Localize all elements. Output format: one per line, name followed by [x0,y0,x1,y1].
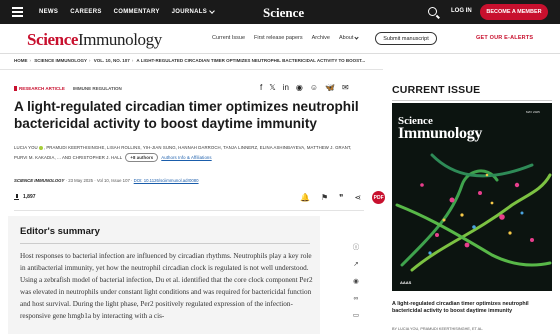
nav-archive[interactable]: Archive [312,35,330,41]
pdf-icon[interactable]: PDF [372,191,386,204]
view-icon[interactable]: ◉ [353,277,359,287]
summary-heading: Editor's summary [20,226,100,237]
journal-header: ScienceImmunology Current Issue First re… [0,24,560,54]
info-icon[interactable]: ⓘ [353,243,360,253]
cover-zebrafish-illustration [395,153,552,272]
nav-commentary[interactable]: COMMENTARY [114,9,160,15]
article-tags: RESEARCH ARTICLE IMMUNE REGULATION [14,86,122,91]
x-twitter-icon[interactable]: 𝕏 [269,84,275,92]
quote-icon[interactable]: ❞ [339,193,343,203]
nav-careers[interactable]: CAREERS [70,9,101,15]
journal-name: SCIENCE IMMUNOLOGY [14,178,65,183]
article-title: A light-regulated circadian timer optimi… [14,99,359,131]
doi-link[interactable]: DOI: 10.1126/sciimmunol.adr0080 [134,178,199,183]
breadcrumb: HOME › SCIENCE IMMUNOLOGY › VOL. 10, NO. 1… [14,58,366,63]
top-nav-links: NEWS CAREERS COMMENTARY JOURNALS [39,0,215,24]
side-tool-column: ⓘ ↗ ◉ ∞ ▭ [347,243,365,327]
nav-first-release[interactable]: First release papers [254,35,303,41]
nav-about[interactable]: About [338,34,359,41]
journal-logo[interactable]: ScienceImmunology [27,30,162,50]
orcid-icon[interactable] [38,145,43,150]
linkedin-icon[interactable]: in [283,84,289,92]
chevron-down-icon [354,34,359,40]
download-icon [14,194,19,200]
divider [392,100,552,101]
summary-text: Host responses to bacterial infection ar… [20,252,313,320]
subject-tag[interactable]: IMMUNE REGULATION [73,86,122,91]
first-author[interactable]: LUCIA YOU [14,145,38,150]
link-icon[interactable]: ∞ [354,294,359,304]
share-toolbar: f 𝕏 in ◉ ☺ 🦋 ✉ [260,84,349,92]
e-alerts-link[interactable]: GET OUR E-ALERTS [476,35,533,41]
menu-icon[interactable] [12,7,23,17]
nav-current-issue[interactable]: Current Issue [212,35,245,41]
search-icon[interactable] [428,7,437,16]
divider [20,243,310,244]
journal-nav: Current Issue First release papers Archi… [212,34,359,41]
article-type-label: RESEARCH ARTICLE [19,86,65,91]
article-type-badge: RESEARCH ARTICLE [14,86,65,91]
logo-immunology-text: Immunology [78,30,162,49]
download-count: 1,897 [23,194,36,200]
bluesky-icon[interactable]: 🦋 [325,84,335,92]
logo-science-text: Science [27,30,79,49]
submit-manuscript-button[interactable]: Submit manuscript [375,32,437,45]
volume-issue[interactable]: Vol 10, Issue 107 [97,178,130,183]
publication-date: 23 May 2025 [68,178,94,183]
divider [14,210,364,211]
comments-icon[interactable]: ▭ [353,311,359,321]
facebook-icon[interactable]: f [260,84,262,92]
editors-summary: Editor's summary Host responses to bacte… [8,216,320,334]
cover-date: MAY 2025 [526,110,540,114]
nav-journals-label: JOURNALS [171,9,208,15]
chevron-down-icon [209,8,215,14]
cover-publisher: AAAS [400,280,412,285]
nav-about-label: About [338,35,354,41]
top-navigation-bar: NEWS CAREERS COMMENTARY JOURNALS Science… [0,0,560,24]
science-brand-logo[interactable]: Science [263,5,304,21]
breadcrumb-article: A LIGHT-REGULATED CIRCADIAN TIMER OPTIMI… [136,58,366,63]
issue-cover-image[interactable]: MAY 2025 Science Immunology AAAS [392,103,552,291]
bookmark-icon[interactable]: ⚑ [321,193,328,203]
publication-meta: SCIENCE IMMUNOLOGY · 23 May 2025 · Vol 1… [14,178,199,183]
author-list: LUCIA YOU, PRAMUDI KEERTHISINGHE, LISAH … [14,143,364,163]
cover-immunology-text: Immunology [398,125,483,142]
share-icon[interactable]: ⋖ [354,193,361,203]
current-issue-panel: CURRENT ISSUE MAY 2025 Science Immunolog… [392,84,552,331]
bell-icon[interactable]: 🔔 [300,193,310,203]
current-issue-heading: CURRENT ISSUE [392,84,481,96]
breadcrumb-journal[interactable]: SCIENCE IMMUNOLOGY [34,58,87,63]
more-authors-button[interactable]: +8 authors [125,153,159,162]
nav-journals[interactable]: JOURNALS [171,8,215,15]
download-metrics: 1,897 [14,194,36,200]
article-tools: 🔔 ⚑ ❞ ⋖ PDF [300,191,386,204]
become-member-button[interactable]: BECOME A MEMBER [480,4,548,20]
login-link[interactable]: LOG IN [451,8,472,14]
email-icon[interactable]: ✉ [342,84,349,92]
cover-caption-link[interactable]: A light-regulated circadian timer optimi… [392,301,552,315]
divider [0,69,383,70]
nav-news[interactable]: NEWS [39,9,58,15]
metrics-icon[interactable]: ↗ [353,260,358,270]
affiliations-link[interactable]: Authors Info & Affiliations [161,155,211,160]
reddit-icon[interactable]: ◉ [296,84,303,92]
breadcrumb-volume[interactable]: VOL. 10, NO. 107 [94,58,130,63]
breadcrumb-home[interactable]: HOME [14,58,28,63]
wechat-icon[interactable]: ☺ [310,84,318,92]
cover-caption-authors: BY LUCIA YOU, PRAMUDI KEERTHISINGHE, ET … [392,327,484,331]
